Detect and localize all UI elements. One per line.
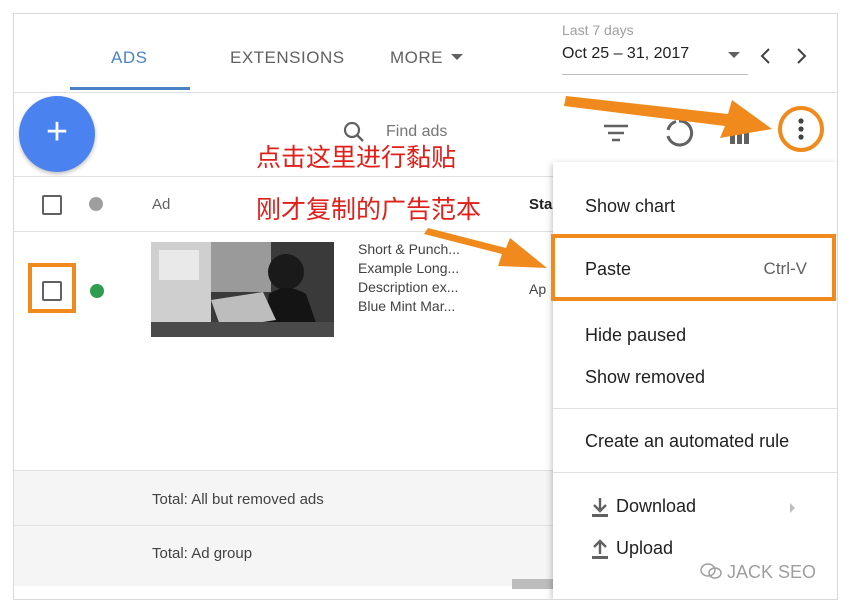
- menu-item-create-automated-rule[interactable]: Create an automated rule: [585, 431, 789, 452]
- download-icon: [592, 498, 608, 517]
- more-options-menu: Show chart Paste Ctrl-V Hide paused Show…: [553, 162, 837, 599]
- menu-item-download[interactable]: Download: [553, 488, 837, 528]
- horizontal-scrollbar[interactable]: [512, 579, 557, 589]
- top-bar: ADS EXTENSIONS MORE Last 7 days Oct 25 –…: [14, 14, 837, 93]
- next-period-icon[interactable]: [790, 44, 812, 68]
- column-header-ad[interactable]: Ad: [152, 196, 170, 213]
- date-range-underline: [562, 74, 748, 75]
- menu-item-show-removed[interactable]: Show removed: [585, 367, 705, 388]
- menu-divider: [553, 408, 837, 409]
- tab-ads[interactable]: ADS: [111, 48, 147, 68]
- annotation-copied-template: 刚才复制的广告范本: [256, 195, 482, 224]
- row-checkbox-highlight: [28, 263, 76, 313]
- date-range-dropdown-icon[interactable]: [728, 52, 740, 58]
- annotation-click-here: 点击这里进行黏贴: [256, 143, 457, 172]
- date-range-selector[interactable]: Oct 25 – 31, 2017: [562, 45, 689, 63]
- column-header-status[interactable]: Sta: [529, 196, 552, 213]
- status-enabled-dot: [90, 284, 104, 298]
- menu-item-download-label: Download: [616, 496, 697, 516]
- arrow-to-paste-item: [424, 228, 547, 268]
- arrow-to-more-icon: [564, 96, 772, 138]
- total-label-all: Total: All but removed ads: [152, 491, 324, 508]
- add-ad-button[interactable]: +: [19, 96, 95, 172]
- watermark: JACK SEO: [700, 562, 816, 583]
- date-range-caption: Last 7 days: [562, 22, 634, 38]
- ad-business-name: Blue Mint Mar...: [358, 298, 456, 314]
- previous-period-icon[interactable]: [755, 44, 777, 68]
- paste-item-highlight: [551, 234, 836, 301]
- tab-more[interactable]: MORE: [390, 48, 463, 68]
- wechat-icon: [700, 563, 722, 579]
- tab-extensions[interactable]: EXTENSIONS: [230, 48, 345, 68]
- menu-item-upload-label: Upload: [616, 538, 674, 558]
- submenu-arrow-icon: [790, 503, 795, 513]
- menu-divider: [553, 472, 837, 473]
- ad-image: [151, 242, 334, 337]
- total-label-ad-group: Total: Ad group: [152, 545, 253, 562]
- select-all-checkbox[interactable]: [42, 195, 62, 215]
- add-icon: +: [45, 111, 69, 153]
- chevron-down-icon: [451, 54, 463, 60]
- active-tab-indicator: [70, 87, 190, 90]
- ad-status: Ap: [529, 281, 547, 297]
- status-header-dot: [89, 197, 103, 211]
- watermark-text: JACK SEO: [727, 562, 817, 582]
- menu-item-show-chart[interactable]: Show chart: [585, 196, 675, 217]
- more-vert-icon[interactable]: [786, 114, 816, 144]
- upload-icon: [592, 539, 608, 559]
- menu-item-hide-paused[interactable]: Hide paused: [585, 325, 686, 346]
- tab-more-label: MORE: [390, 48, 443, 67]
